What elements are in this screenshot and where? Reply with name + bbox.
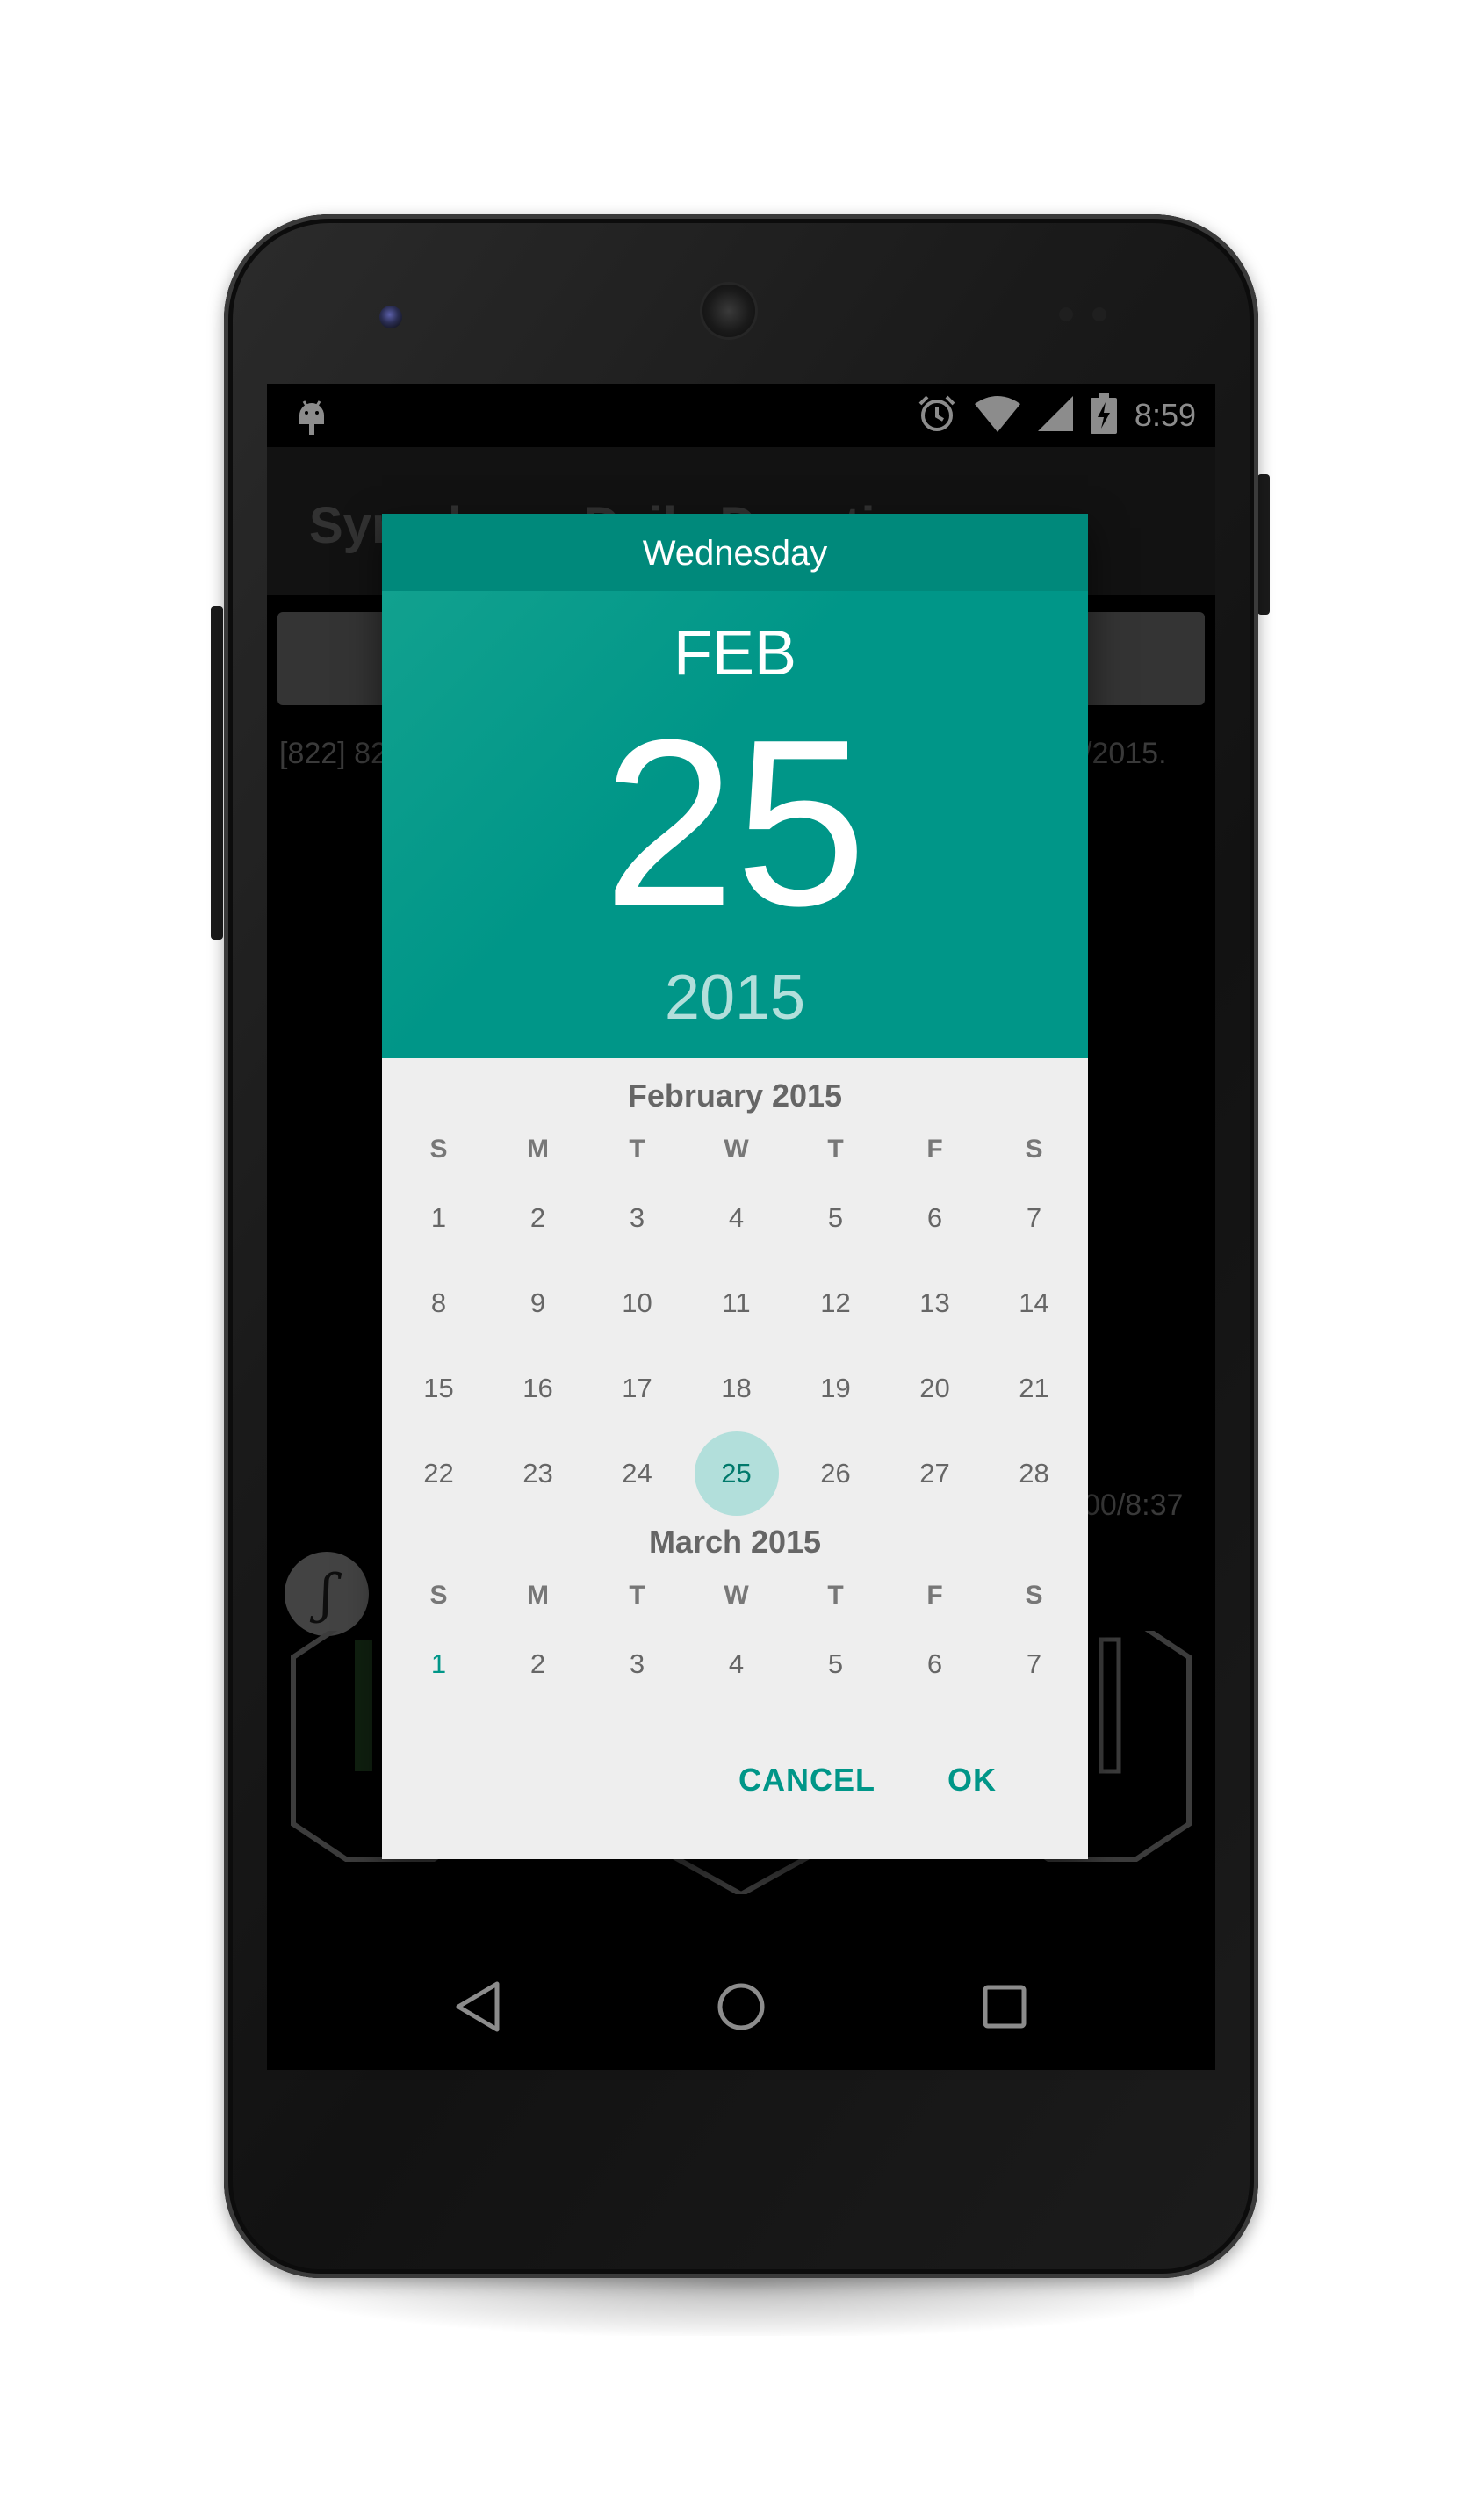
weekday-header: T <box>629 1135 645 1164</box>
date-picker-header: Wednesday FEB 25 2015 <box>382 514 1088 1058</box>
front-camera <box>379 306 402 328</box>
calendar-day-selected[interactable]: 25 <box>687 1447 786 1500</box>
date-picker-dialog: Wednesday FEB 25 2015 February 2015 S M T W T… <box>382 514 1088 1859</box>
weekday-header: S <box>1025 1135 1043 1164</box>
calendar-month-list[interactable]: February 2015 S M T W T F S 1 2 3 4 5 6 7 8 9 10 11 12 13 14 1… <box>382 1058 1088 1699</box>
calendar-week-row: 1234567 <box>382 1638 1088 1691</box>
calendar-day[interactable]: 2 <box>488 1192 587 1244</box>
light-sensor <box>1092 307 1106 321</box>
calendar-day[interactable]: 4 <box>687 1638 786 1691</box>
volume-button <box>211 606 223 940</box>
device-screen: 8:59 Symphony Daily Devotions [822] 82 /… <box>267 384 1215 2070</box>
calendar-day[interactable]: 11 <box>687 1277 786 1330</box>
earpiece-speaker <box>702 285 755 337</box>
weekday-header: S <box>429 1581 448 1610</box>
calendar-day[interactable]: 19 <box>786 1362 885 1415</box>
calendar-day[interactable]: 3 <box>587 1638 687 1691</box>
power-button <box>1257 474 1270 615</box>
calendar-day[interactable]: 10 <box>587 1277 687 1330</box>
calendar-day[interactable]: 3 <box>587 1192 687 1244</box>
calendar-day[interactable]: 18 <box>687 1362 786 1415</box>
calendar-day[interactable]: 14 <box>984 1277 1084 1330</box>
weekday-header-row: SMTWTFS <box>382 1123 1088 1176</box>
weekday-header: T <box>629 1581 645 1610</box>
calendar-day[interactable]: 6 <box>885 1192 984 1244</box>
calendar-day[interactable]: 26 <box>786 1447 885 1500</box>
calendar-day[interactable]: 12 <box>786 1277 885 1330</box>
calendar-day[interactable]: 16 <box>488 1362 587 1415</box>
weekday-header: M <box>527 1581 549 1610</box>
calendar-month-title: March 2015 <box>648 1524 822 1560</box>
calendar-week-row: 15 16 17 18 19 20 21 <box>382 1362 1088 1415</box>
calendar-day[interactable]: 21 <box>984 1362 1084 1415</box>
calendar-day[interactable]: 6 <box>885 1638 984 1691</box>
calendar-day[interactable]: 5 <box>786 1638 885 1691</box>
weekday-header: T <box>827 1581 844 1610</box>
calendar-day[interactable]: 20 <box>885 1362 984 1415</box>
calendar-day[interactable]: 8 <box>389 1277 488 1330</box>
calendar-day[interactable]: 5 <box>786 1192 885 1244</box>
dialog-actions: CANCEL OK <box>382 1699 1088 1859</box>
calendar-day[interactable]: 22 <box>389 1447 488 1500</box>
calendar-day[interactable]: 2 <box>488 1638 587 1691</box>
calendar-day[interactable]: 7 <box>984 1638 1084 1691</box>
calendar-day[interactable]: 23 <box>488 1447 587 1500</box>
calendar-day[interactable]: 1 <box>389 1638 488 1691</box>
weekday-header: T <box>827 1135 844 1164</box>
calendar-day[interactable]: 28 <box>984 1447 1084 1500</box>
weekday-header: W <box>724 1135 749 1164</box>
selected-day-of-week: Wednesday <box>382 514 1088 591</box>
calendar-day[interactable]: 15 <box>389 1362 488 1415</box>
weekday-header: M <box>527 1135 549 1164</box>
calendar-day[interactable]: 24 <box>587 1447 687 1500</box>
calendar-week-row: 8 9 10 11 12 13 14 <box>382 1277 1088 1330</box>
calendar-week-row: 22 23 24 25 26 27 28 <box>382 1431 1088 1516</box>
ok-button[interactable]: OK <box>947 1754 997 1806</box>
cancel-button[interactable]: CANCEL <box>738 1754 875 1806</box>
calendar-week-row: 1234567 <box>382 1192 1088 1244</box>
weekday-header: S <box>1025 1581 1043 1610</box>
calendar-day[interactable]: 4 <box>687 1192 786 1244</box>
weekday-header: S <box>429 1135 448 1164</box>
calendar-day[interactable]: 13 <box>885 1277 984 1330</box>
weekday-header: W <box>724 1581 749 1610</box>
weekday-header-row: SMTWTFS <box>382 1569 1088 1622</box>
calendar-month-title: February 2015 <box>627 1078 843 1114</box>
selected-month[interactable]: FEB <box>382 617 1088 689</box>
proximity-sensor <box>1059 307 1073 321</box>
weekday-header: F <box>926 1581 943 1610</box>
calendar-day[interactable]: 1 <box>389 1192 488 1244</box>
calendar-day[interactable]: 27 <box>885 1447 984 1500</box>
selected-day[interactable]: 25 <box>382 705 1088 942</box>
weekday-header: F <box>926 1135 943 1164</box>
selected-year[interactable]: 2015 <box>382 962 1088 1034</box>
calendar-day[interactable]: 17 <box>587 1362 687 1415</box>
calendar-day[interactable]: 7 <box>984 1192 1084 1244</box>
calendar-day[interactable]: 9 <box>488 1277 587 1330</box>
